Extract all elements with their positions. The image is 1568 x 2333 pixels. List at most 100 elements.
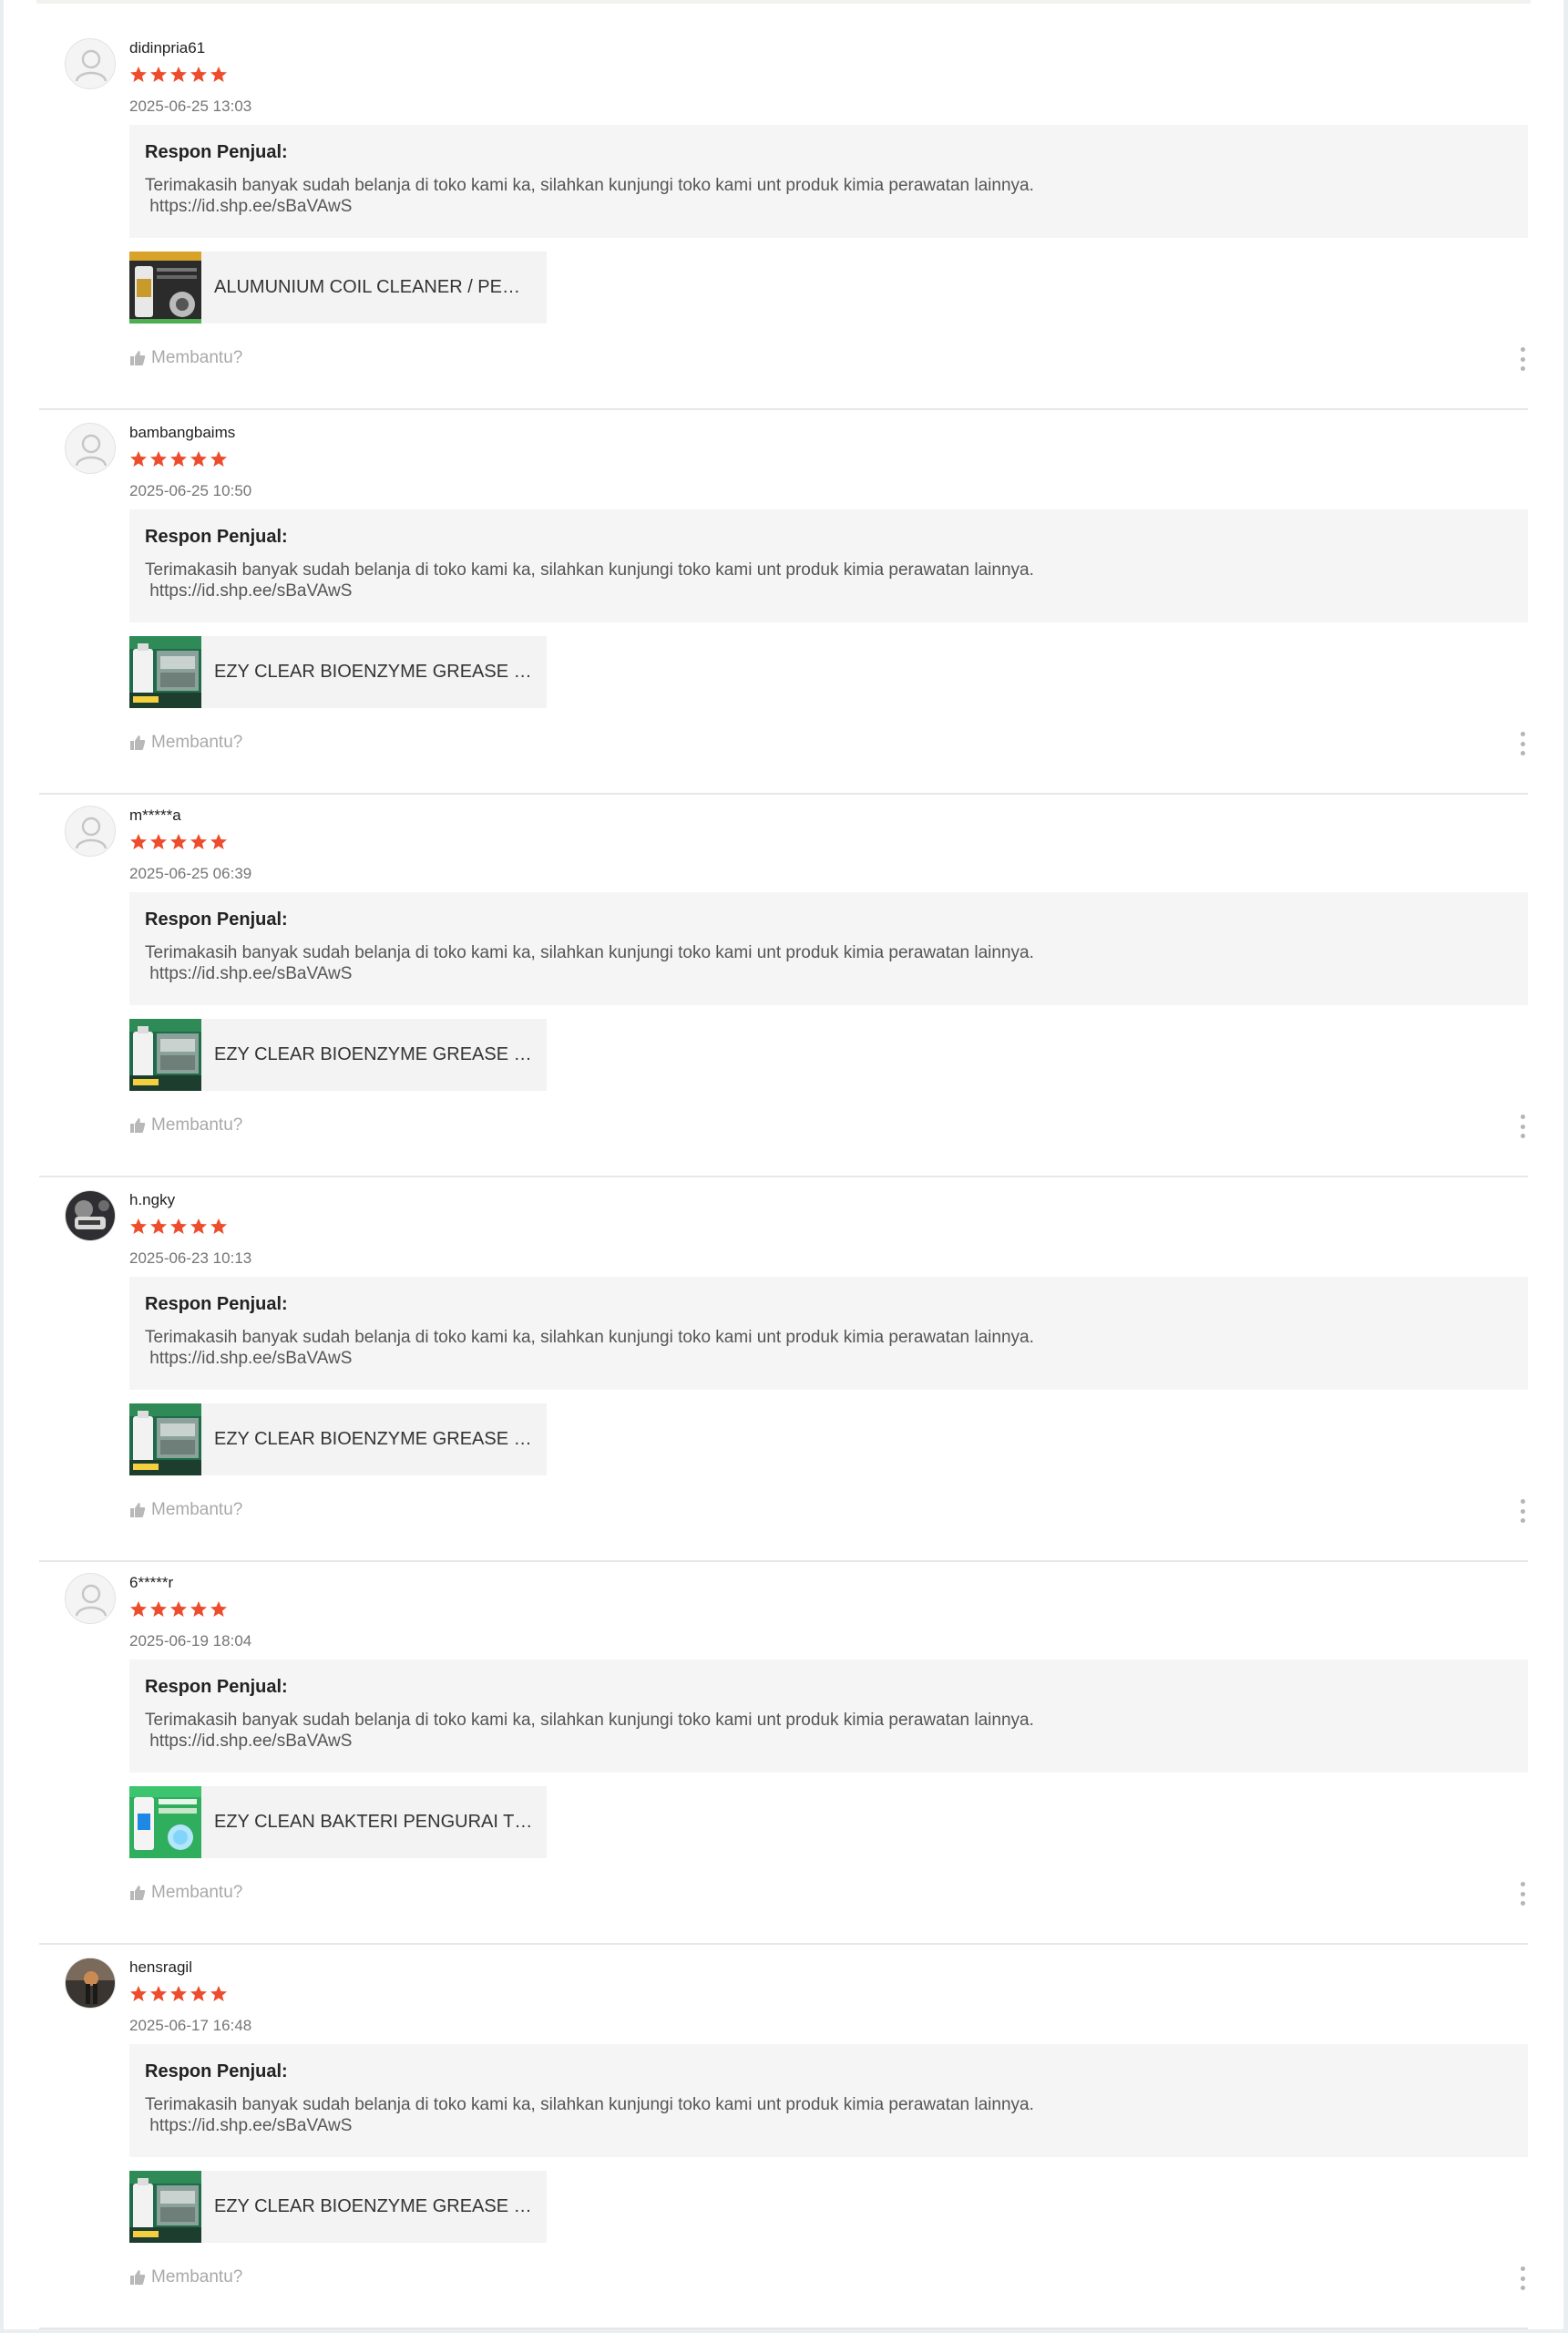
seller-response-text: Terimakasih banyak sudah belanja di toko… — [145, 560, 1034, 601]
product-link[interactable]: ALUMUNIUM COIL CLEANER / PEMBERSIH AC — [129, 252, 547, 324]
seller-response: Respon Penjual: Terimakasih banyak sudah… — [129, 509, 1528, 622]
star-icon — [130, 1218, 147, 1234]
star-icon — [150, 1986, 167, 2001]
user-avatar[interactable] — [65, 38, 116, 89]
default-user-icon — [75, 49, 108, 82]
review-username[interactable]: didinpria61 — [129, 39, 205, 57]
star-icon — [170, 451, 187, 467]
bacteria-product-image — [129, 1786, 201, 1858]
star-icon — [190, 1218, 207, 1234]
helpful-label: Membantu? — [151, 1883, 243, 1902]
seller-response-title: Respon Penjual: — [145, 142, 288, 162]
review-date: 2025-06-25 13:03 — [129, 98, 252, 115]
star-icon — [190, 451, 207, 467]
helpful-button[interactable]: Membantu? — [129, 347, 242, 369]
product-name: EZY CLEAR BIOENZYME GREASE EATER — [214, 1044, 535, 1064]
review-username[interactable]: 6*****r — [129, 1574, 173, 1592]
review-item: didinpria61 2025-06-25 13:03 Respon Penj… — [39, 27, 1528, 410]
seller-response-text: Terimakasih banyak sudah belanja di toko… — [145, 2095, 1034, 2135]
product-name: EZY CLEAR BIOENZYME GREASE EATER — [214, 1429, 535, 1449]
seller-response-title: Respon Penjual: — [145, 910, 288, 930]
more-options-icon[interactable] — [1517, 347, 1528, 371]
helpful-label: Membantu? — [151, 733, 243, 752]
helpful-button[interactable]: Membantu? — [129, 1499, 242, 1521]
star-icon — [210, 1218, 227, 1234]
review-item: m*****a 2025-06-25 06:39 Respon Penjual:… — [39, 795, 1528, 1177]
helpful-label: Membantu? — [151, 2267, 243, 2287]
review-item: hensragil 2025-06-17 16:48 Respon Penjua… — [39, 1947, 1528, 2329]
product-link[interactable]: EZY CLEAN BAKTERI PENGURAI TINJA — [129, 1786, 547, 1858]
thumbs-up-icon — [130, 1118, 146, 1133]
user-photo-avatar — [66, 1191, 115, 1240]
star-icon — [170, 1601, 187, 1617]
rating-stars — [129, 1985, 228, 2007]
review-username[interactable]: m*****a — [129, 807, 181, 825]
more-options-icon[interactable] — [1517, 732, 1528, 755]
seller-response-title: Respon Penjual: — [145, 1677, 288, 1697]
helpful-button[interactable]: Membantu? — [129, 732, 242, 754]
default-user-icon — [75, 817, 108, 849]
more-options-icon[interactable] — [1517, 1115, 1528, 1138]
seller-response-title: Respon Penjual: — [145, 2061, 288, 2081]
user-avatar[interactable] — [65, 1958, 116, 2009]
product-link[interactable]: EZY CLEAR BIOENZYME GREASE EATER — [129, 1403, 547, 1475]
star-icon — [190, 67, 207, 82]
helpful-button[interactable]: Membantu? — [129, 1882, 242, 1904]
user-avatar[interactable] — [65, 1190, 116, 1241]
product-link[interactable]: EZY CLEAR BIOENZYME GREASE EATER — [129, 1019, 547, 1091]
product-link[interactable]: EZY CLEAR BIOENZYME GREASE EATER — [129, 636, 547, 708]
seller-response-title: Respon Penjual: — [145, 527, 288, 547]
thumbs-up-icon — [130, 1886, 146, 1900]
product-name: EZY CLEAN BAKTERI PENGURAI TINJA — [214, 1812, 535, 1832]
review-date: 2025-06-17 16:48 — [129, 2017, 252, 2034]
star-icon — [130, 451, 147, 467]
seller-response: Respon Penjual: Terimakasih banyak sudah… — [129, 892, 1528, 1005]
grease-eater-product-image — [129, 636, 201, 708]
more-options-icon[interactable] — [1517, 2266, 1528, 2290]
seller-response-text: Terimakasih banyak sudah belanja di toko… — [145, 176, 1034, 216]
thumbs-up-icon — [130, 351, 146, 365]
review-item: bambangbaims 2025-06-25 10:50 Respon Pen… — [39, 412, 1528, 795]
rating-stars — [129, 833, 228, 855]
star-icon — [210, 834, 227, 849]
review-item: 6*****r 2025-06-19 18:04 Respon Penjual:… — [39, 1562, 1528, 1945]
review-username[interactable]: h.ngky — [129, 1191, 175, 1209]
helpful-button[interactable]: Membantu? — [129, 1115, 242, 1136]
star-icon — [130, 1601, 147, 1617]
grease-eater-product-image — [129, 1403, 201, 1475]
seller-response-text: Terimakasih banyak sudah belanja di toko… — [145, 1711, 1034, 1751]
star-icon — [150, 451, 167, 467]
seller-response-text: Terimakasih banyak sudah belanja di toko… — [145, 1328, 1034, 1368]
review-username[interactable]: hensragil — [129, 1958, 192, 1977]
seller-response-text: Terimakasih banyak sudah belanja di toko… — [145, 943, 1034, 983]
star-icon — [150, 1218, 167, 1234]
user-avatar[interactable] — [65, 806, 116, 857]
seller-response: Respon Penjual: Terimakasih banyak sudah… — [129, 2044, 1528, 2157]
rating-stars — [129, 66, 228, 87]
rating-stars — [129, 1218, 228, 1239]
more-options-icon[interactable] — [1517, 1499, 1528, 1523]
previous-review-edge — [36, 0, 1531, 4]
star-icon — [130, 1986, 147, 2001]
review-username[interactable]: bambangbaims — [129, 424, 235, 442]
more-options-icon[interactable] — [1517, 1882, 1528, 1906]
helpful-label: Membantu? — [151, 1115, 243, 1135]
review-date: 2025-06-25 06:39 — [129, 865, 252, 882]
star-icon — [150, 1601, 167, 1617]
star-icon — [170, 834, 187, 849]
product-link[interactable]: EZY CLEAR BIOENZYME GREASE EATER — [129, 2171, 547, 2243]
helpful-button[interactable]: Membantu? — [129, 2266, 242, 2288]
coil-cleaner-product-image — [129, 252, 201, 324]
default-user-icon — [75, 434, 108, 467]
rating-stars — [129, 1600, 228, 1622]
product-name: EZY CLEAR BIOENZYME GREASE EATER — [214, 2196, 535, 2216]
user-avatar[interactable] — [65, 423, 116, 474]
helpful-label: Membantu? — [151, 348, 243, 367]
star-icon — [210, 1601, 227, 1617]
review-date: 2025-06-23 10:13 — [129, 1249, 252, 1267]
review-date: 2025-06-25 10:50 — [129, 482, 252, 499]
user-avatar[interactable] — [65, 1573, 116, 1624]
star-icon — [210, 67, 227, 82]
thumbs-up-icon — [130, 1503, 146, 1517]
star-icon — [210, 451, 227, 467]
